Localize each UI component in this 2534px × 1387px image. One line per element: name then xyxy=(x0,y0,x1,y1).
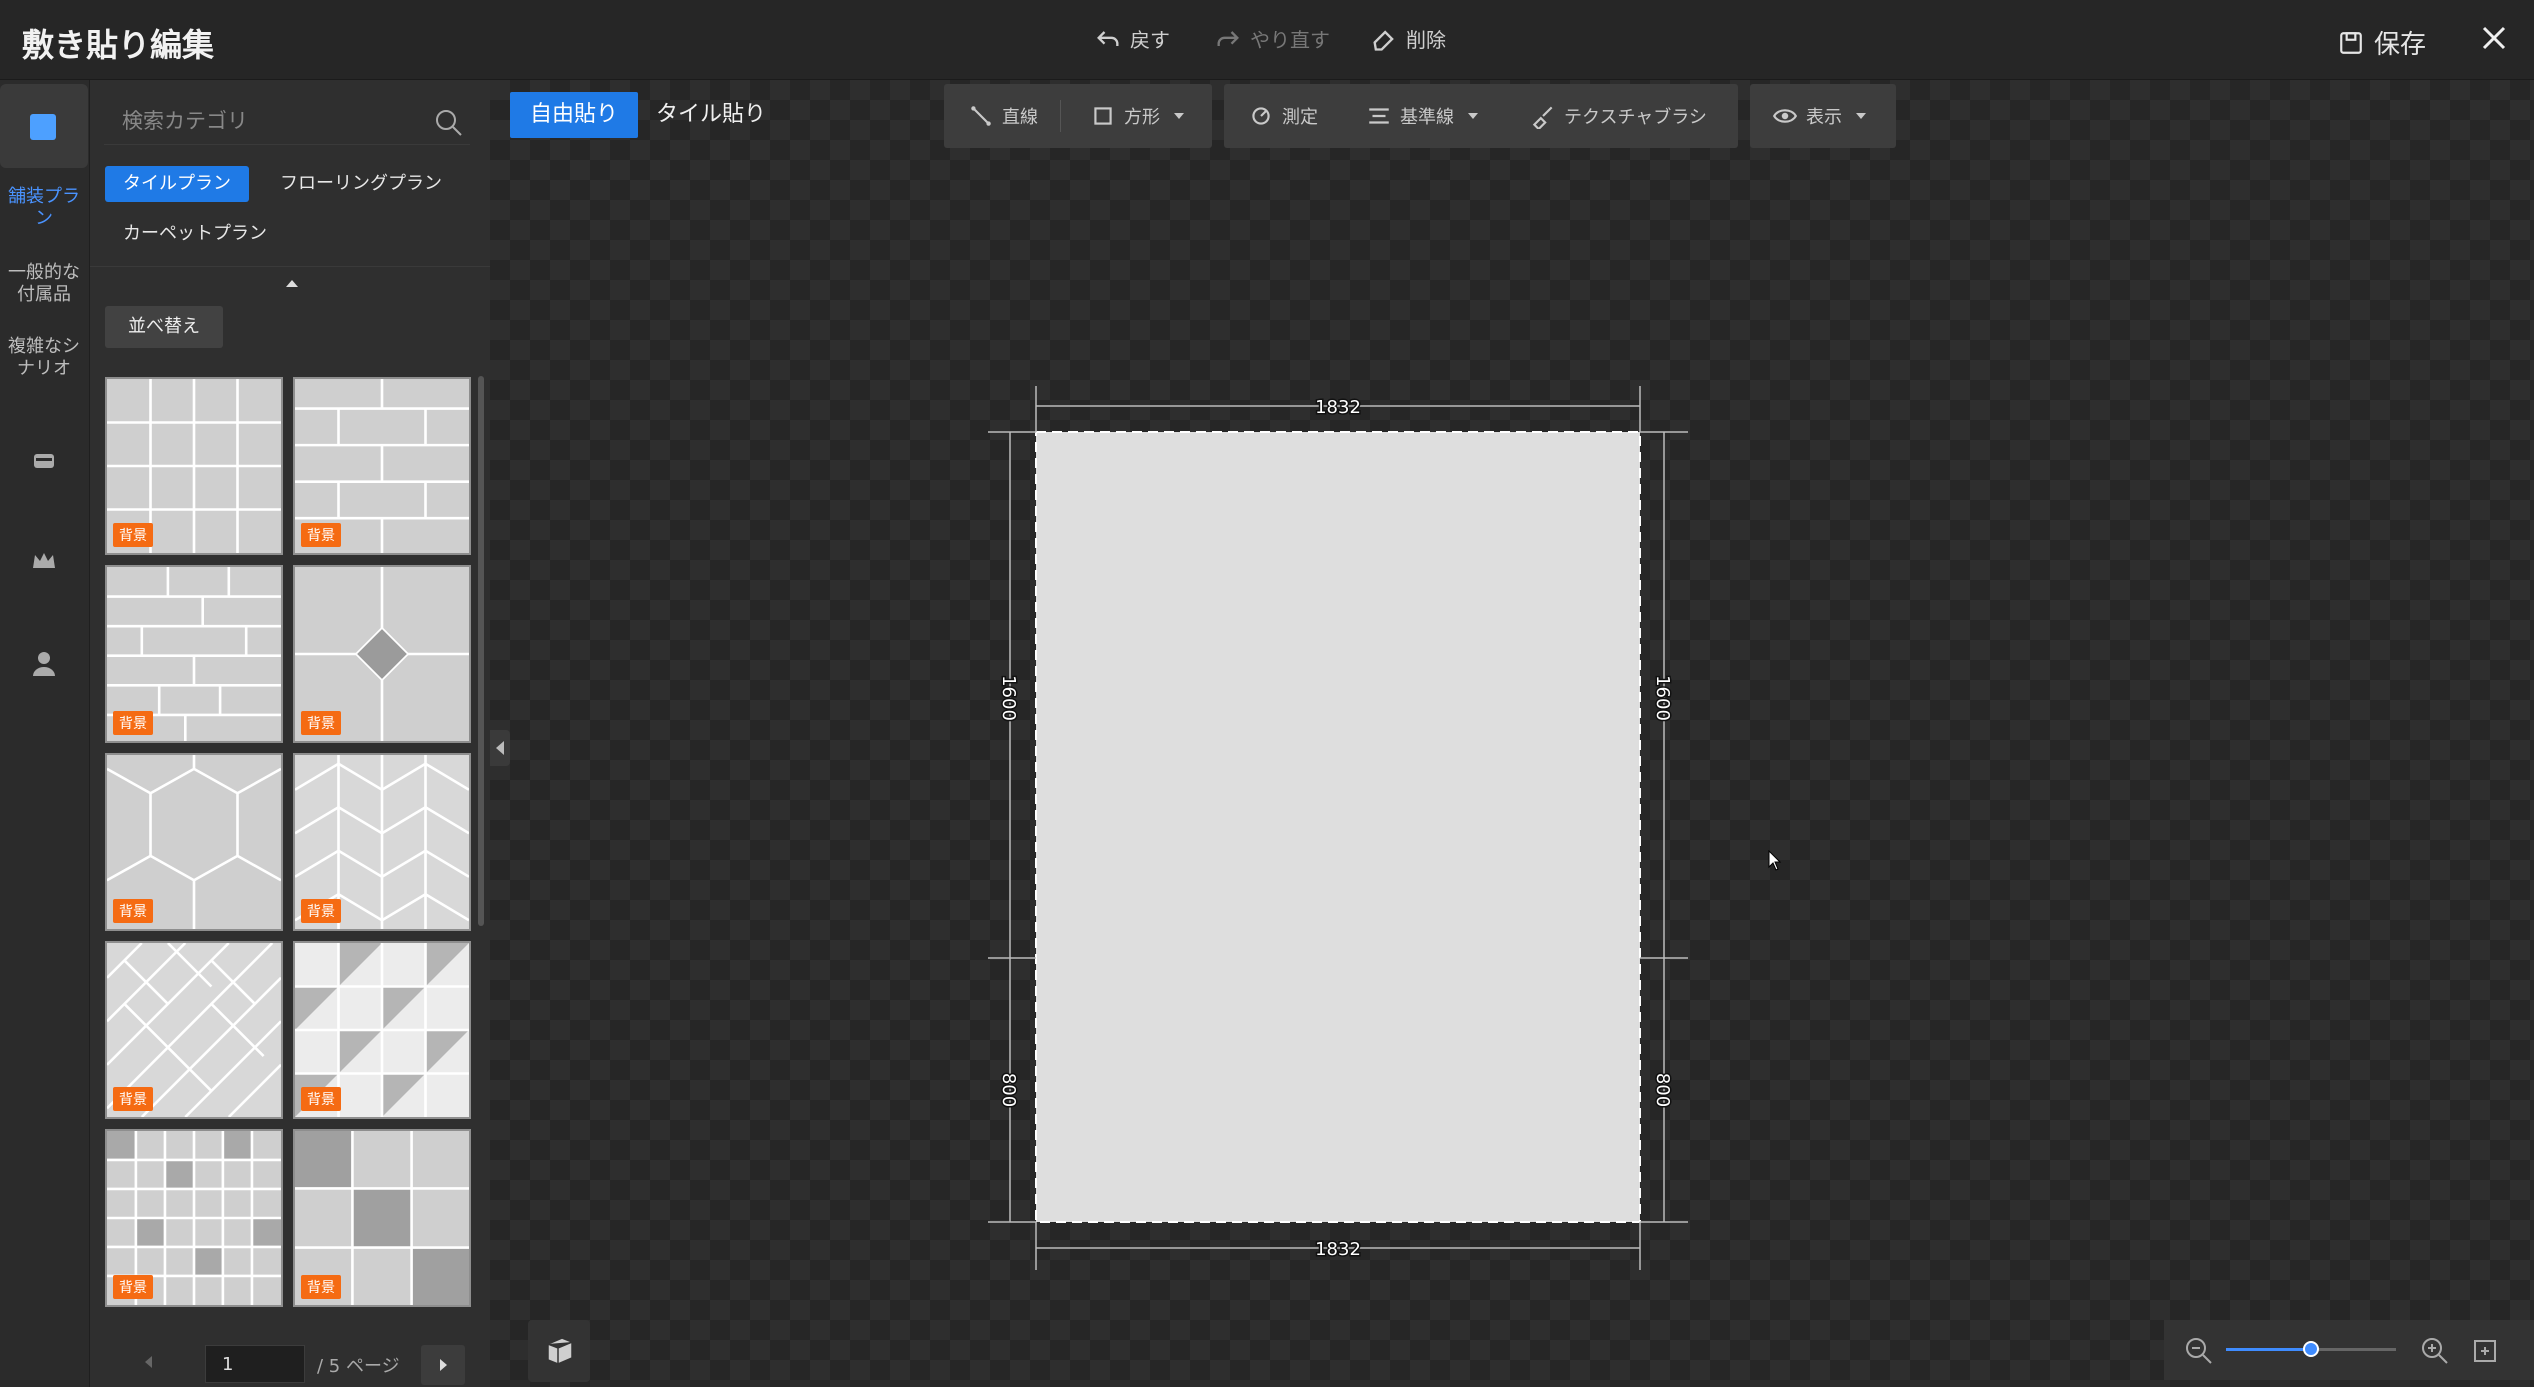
tile-badge: 背景 xyxy=(113,899,153,923)
undo-label: 戻す xyxy=(1130,28,1170,52)
mouse-cursor-icon xyxy=(1768,850,1782,871)
collapse-panel-button[interactable] xyxy=(490,730,510,766)
page-number-input[interactable] xyxy=(205,1345,305,1383)
search-icon[interactable] xyxy=(434,108,464,138)
search-box xyxy=(104,98,470,145)
prev-page-button[interactable] xyxy=(145,1356,152,1368)
texture-brush-tool[interactable]: テクスチャブラシ xyxy=(1530,84,1707,148)
undo-icon xyxy=(1097,30,1119,46)
zoom-slider-knob[interactable] xyxy=(2303,1341,2319,1357)
category-panel: タイルプラン フローリングプラン カーペットプラン 並べ替え 背景 背景 背景 … xyxy=(90,80,490,1387)
chevron-down-icon[interactable] xyxy=(1174,113,1184,119)
cube-icon xyxy=(547,1337,573,1365)
save-label: 保存 xyxy=(2374,30,2427,60)
measure-label: 測定 xyxy=(1282,107,1318,128)
page-title: 敷き貼り編集 xyxy=(22,26,215,64)
tile-large-mosaic[interactable]: 背景 xyxy=(293,1129,471,1307)
zoom-control xyxy=(2164,1320,2534,1380)
tile-badge: 背景 xyxy=(113,711,153,735)
measure-tool[interactable]: 測定 xyxy=(1248,84,1318,148)
tile-square-grid[interactable]: 背景 xyxy=(105,377,283,555)
line-label: 直線 xyxy=(1002,107,1038,128)
crown-icon[interactable] xyxy=(27,546,61,576)
rail-label-paving[interactable]: 舗装プラン xyxy=(0,186,88,230)
left-rail: 舗装プラン 一般的な付属品 複雑なシナリオ xyxy=(0,80,90,1387)
divider xyxy=(1060,100,1061,132)
chevron-down-icon[interactable] xyxy=(1856,113,1866,119)
page-total: / 5 ページ xyxy=(317,1356,400,1377)
redo-label: やり直す xyxy=(1250,28,1330,52)
search-input[interactable] xyxy=(104,98,424,144)
baseline-icon xyxy=(1369,108,1389,124)
tile-herringbone-vertical[interactable]: 背景 xyxy=(293,753,471,931)
tile-checker-triangles[interactable]: 背景 xyxy=(293,941,471,1119)
tile-badge: 背景 xyxy=(301,899,341,923)
mode-tile-paste[interactable]: タイル貼り xyxy=(636,92,786,138)
close-icon[interactable] xyxy=(2474,18,2514,58)
tile-diamond-insert[interactable]: 背景 xyxy=(293,565,471,743)
tile-brick-offset[interactable]: 背景 xyxy=(105,565,283,743)
tile-small-mosaic[interactable]: 背景 xyxy=(105,1129,283,1307)
delete-label: 削除 xyxy=(1406,28,1446,52)
baseline-label: 基準線 xyxy=(1400,107,1454,128)
chip-carpet-plan[interactable]: カーペットプラン xyxy=(105,216,285,252)
chip-flooring-plan[interactable]: フローリングプラン xyxy=(262,166,460,202)
rail-label-complex[interactable]: 複雑なシナリオ xyxy=(0,336,88,380)
chip-tile-plan[interactable]: タイルプラン xyxy=(105,166,249,202)
paving-icon xyxy=(30,114,56,140)
rail-label-accessories[interactable]: 一般的な付属品 xyxy=(0,262,88,306)
mode-free-paste[interactable]: 自由貼り xyxy=(510,92,639,138)
save-button[interactable]: 保存 xyxy=(2338,24,2426,61)
view-tools: 表示 xyxy=(1750,84,1896,148)
texture-brush-label: テクスチャブラシ xyxy=(1564,107,1707,128)
save-icon xyxy=(2340,31,2362,54)
tile-badge: 背景 xyxy=(113,1087,153,1111)
user-icon[interactable] xyxy=(27,648,61,678)
redo-icon xyxy=(1217,30,1239,46)
next-page-button[interactable] xyxy=(421,1345,465,1385)
tile-badge: 背景 xyxy=(301,1087,341,1111)
measure-tools: 測定 基準線 テクスチャブラシ xyxy=(1224,84,1738,148)
tile-hexagon[interactable]: 背景 xyxy=(105,753,283,931)
zoom-slider[interactable] xyxy=(2226,1341,2396,1357)
view-dropdown[interactable]: 表示 xyxy=(1772,84,1866,148)
design-canvas[interactable] xyxy=(490,80,2534,1387)
layers-icon[interactable] xyxy=(27,446,61,476)
rail-item-paving[interactable] xyxy=(0,84,88,168)
redo-button[interactable]: やり直す xyxy=(1214,24,1330,53)
eye-icon xyxy=(1772,109,1798,123)
undo-button[interactable]: 戻す xyxy=(1094,24,1170,53)
tile-badge: 背景 xyxy=(301,1275,341,1299)
pagination: / 5 ページ xyxy=(105,1342,485,1386)
line-icon xyxy=(971,106,991,126)
rectangle-icon xyxy=(1094,107,1112,125)
drawing-tools: 直線 方形 xyxy=(944,84,1212,148)
fit-screen-icon[interactable] xyxy=(2470,1336,2500,1366)
tile-brick-running[interactable]: 背景 xyxy=(293,377,471,555)
brush-icon xyxy=(1532,106,1553,129)
tile-badge: 背景 xyxy=(301,711,341,735)
zoom-fill xyxy=(2226,1348,2311,1351)
tile-herringbone-diagonal[interactable]: 背景 xyxy=(105,941,283,1119)
chevron-down-icon[interactable] xyxy=(1468,113,1478,119)
tile-badge: 背景 xyxy=(113,523,153,547)
tile-badge: 背景 xyxy=(301,523,341,547)
rect-tool[interactable]: 方形 xyxy=(1090,84,1184,148)
baseline-tool[interactable]: 基準線 xyxy=(1366,84,1478,148)
collapse-chips-icon[interactable] xyxy=(286,280,298,287)
top-bar: 敷き貼り編集 戻す やり直す 削除 保存 xyxy=(0,0,2534,80)
eraser-icon xyxy=(1373,29,1394,51)
rect-label: 方形 xyxy=(1124,107,1160,128)
divider xyxy=(90,266,490,267)
measure-icon xyxy=(1252,107,1270,125)
sort-button[interactable]: 並べ替え xyxy=(105,306,223,348)
zoom-out-icon[interactable] xyxy=(2184,1336,2214,1366)
view-label: 表示 xyxy=(1806,107,1842,128)
zoom-in-icon[interactable] xyxy=(2420,1336,2450,1366)
3d-view-button[interactable] xyxy=(528,1320,590,1382)
line-tool[interactable]: 直線 xyxy=(968,84,1038,148)
panel-scrollbar[interactable] xyxy=(478,376,484,926)
delete-button[interactable]: 削除 xyxy=(1370,24,1446,53)
tile-badge: 背景 xyxy=(113,1275,153,1299)
